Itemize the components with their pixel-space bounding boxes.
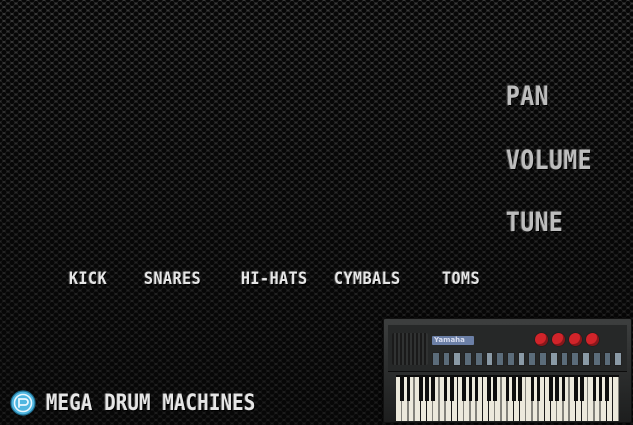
black-key [487,375,491,401]
brand-logo-link[interactable]: MEGA DRUM MACHINES [10,388,256,418]
keyboard-image: Yamaha [383,318,632,423]
black-key [530,375,535,401]
category-snares[interactable]: SNARES [144,268,201,289]
red-button-icon [535,333,548,346]
black-key [493,375,497,401]
category-hi-hats[interactable]: HI-HATS [241,268,308,289]
category-toms[interactable]: TOMS [442,268,480,289]
black-key [450,375,454,401]
black-key [555,375,559,401]
black-key [431,375,435,401]
black-key [406,375,411,401]
black-key [474,375,479,401]
keyboard-control-panel: Yamaha [388,325,627,372]
category-cymbals[interactable]: CYMBALS [334,268,401,289]
black-key [468,375,473,401]
black-key [505,375,510,401]
keyboard-button-row [432,352,622,366]
keyboard-brand-label: Yamaha [434,336,465,344]
red-button-icon [569,333,582,346]
black-key [518,375,522,401]
black-key [462,375,466,401]
red-button-icon [552,333,565,346]
black-key [605,375,609,401]
black-key [512,375,516,401]
black-key [536,375,541,401]
volume-control-label[interactable]: VOLUME [506,146,592,176]
brand-name: MEGA DRUM MACHINES [46,390,256,416]
category-kick[interactable]: KICK [69,268,107,289]
black-key [425,375,429,401]
keyboard-speaker-grille [392,333,428,365]
red-button-icon [586,333,599,346]
black-key [419,375,423,401]
black-key [580,375,584,401]
black-key [443,375,448,401]
pan-control-label[interactable]: PAN [506,82,549,112]
app-logo-icon [10,390,36,416]
black-key [549,375,553,401]
tune-control-label[interactable]: TUNE [506,208,563,238]
keyboard-red-buttons [535,333,599,346]
black-key [574,375,578,401]
black-key [592,375,597,401]
black-key [561,375,566,401]
black-key [400,375,404,401]
black-key [598,375,603,401]
